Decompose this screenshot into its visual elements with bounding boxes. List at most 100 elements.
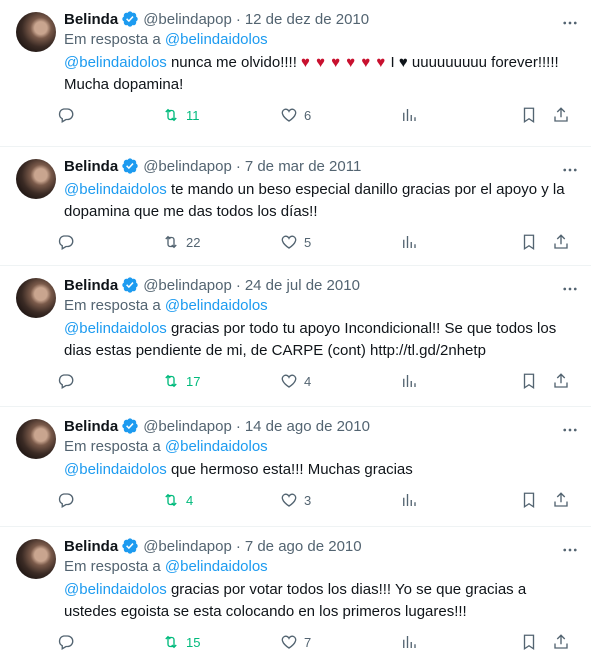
like-button[interactable]: 4 [280,372,400,390]
author-name[interactable]: Belinda [64,418,118,435]
tweet-date[interactable]: 24 de jul de 2010 [245,277,360,294]
like-button[interactable]: 7 [280,633,400,651]
author-name[interactable]: Belinda [64,277,118,294]
bookmark-button[interactable] [520,633,552,651]
author-name[interactable]: Belinda [64,11,118,28]
tweet-date[interactable]: 12 de dez de 2010 [245,11,369,28]
author-handle[interactable]: @belindapop [143,277,232,294]
tweet[interactable]: Belinda @belindapop · 7 de mar de 2011 @… [0,147,591,266]
mention-link[interactable]: @belindaidolos [64,181,167,198]
author-handle[interactable]: @belindapop [143,158,232,175]
like-icon [281,493,297,507]
reply-prefix: Em resposta a [64,297,161,314]
reply-button[interactable] [57,233,162,251]
tweet[interactable]: Belinda @belindapop · 12 de dez de 2010 … [0,0,591,147]
reply-button[interactable] [57,633,162,651]
like-icon [281,635,297,649]
like-button[interactable]: 5 [280,233,400,251]
reply-context: Em resposta a @belindaidolos [64,437,575,457]
views-button[interactable] [400,106,520,124]
like-button[interactable]: 3 [280,491,400,509]
tweet[interactable]: Belinda @belindapop · 14 de ago de 2010 … [0,407,591,527]
like-count: 6 [304,107,312,123]
reply-button[interactable] [57,106,162,124]
more-icon[interactable] [561,161,579,179]
tweet-text: @belindaidolos gracias por todo tu apoyo… [64,318,575,362]
reply-handle-link[interactable]: @belindaidolos [165,438,268,455]
views-button[interactable] [400,372,520,390]
share-button[interactable] [552,372,570,390]
retweet-button[interactable]: 4 [162,491,280,509]
mention-link[interactable]: @belindaidolos [64,461,167,478]
author-name[interactable]: Belinda [64,538,118,555]
mention-link[interactable]: @belindaidolos [64,54,167,71]
more-icon[interactable] [561,541,579,559]
share-button[interactable] [552,491,570,509]
bookmark-button[interactable] [520,372,552,390]
views-icon [403,236,416,248]
bookmark-icon [523,492,535,509]
tweet-text: @belindaidolos gracias por votar todos l… [64,579,575,623]
reply-icon [58,235,74,250]
avatar[interactable] [16,278,56,318]
avatar[interactable] [16,539,56,579]
mention-link[interactable]: @belindaidolos [64,581,167,598]
bookmark-button[interactable] [520,233,552,251]
avatar[interactable] [16,159,56,199]
bookmark-button[interactable] [520,491,552,509]
reply-context: Em resposta a @belindaidolos [64,557,575,577]
share-icon [554,492,568,507]
bookmark-icon [523,234,535,251]
tweet[interactable]: Belinda @belindapop · 24 de jul de 2010 … [0,266,591,407]
reply-context: Em resposta a @belindaidolos [64,296,575,316]
author-handle[interactable]: @belindapop [143,538,232,555]
verified-badge-icon [122,11,138,27]
mention-link[interactable]: @belindaidolos [64,320,167,337]
share-button[interactable] [552,233,570,251]
tweet-header: Belinda @belindapop · 7 de ago de 2010 [64,535,575,557]
retweet-button[interactable]: 15 [162,633,280,651]
tweet-content: Belinda @belindapop · 24 de jul de 2010 … [58,274,575,406]
author-name[interactable]: Belinda [64,158,118,175]
avatar[interactable] [16,419,56,459]
author-handle[interactable]: @belindapop [143,11,232,28]
retweet-count: 11 [186,107,200,123]
author-handle[interactable]: @belindapop [143,418,232,435]
reply-button[interactable] [57,372,162,390]
separator: · [235,10,241,28]
reply-context: Em resposta a @belindaidolos [64,30,575,50]
reply-icon [58,635,74,650]
more-icon[interactable] [561,421,579,439]
share-icon [554,634,568,649]
like-count: 5 [304,234,312,250]
tweet-date[interactable]: 7 de ago de 2010 [245,538,362,555]
action-bar: 15 7 [58,625,575,663]
tweet[interactable]: Belinda @belindapop · 7 de ago de 2010 E… [0,527,591,667]
retweet-icon [165,108,177,122]
reply-handle-link[interactable]: @belindaidolos [165,31,268,48]
like-icon [281,108,297,122]
retweet-button[interactable]: 22 [162,233,280,251]
action-bar: 4 3 [58,483,575,521]
more-icon[interactable] [561,280,579,298]
views-icon [403,636,416,648]
reply-handle-link[interactable]: @belindaidolos [165,297,268,314]
views-button[interactable] [400,491,520,509]
tweet-date[interactable]: 7 de mar de 2011 [245,158,361,175]
action-bar: 22 5 [58,225,575,263]
bookmark-button[interactable] [520,106,552,124]
reply-handle-link[interactable]: @belindaidolos [165,558,268,575]
tweet-date[interactable]: 14 de ago de 2010 [245,418,370,435]
share-button[interactable] [552,106,570,124]
views-button[interactable] [400,633,520,651]
reply-button[interactable] [57,491,162,509]
share-button[interactable] [552,633,570,651]
like-button[interactable]: 6 [280,106,400,124]
retweet-button[interactable]: 17 [162,372,280,390]
retweet-button[interactable]: 11 [162,106,280,124]
views-button[interactable] [400,233,520,251]
views-icon [403,375,416,387]
more-icon[interactable] [561,14,579,32]
avatar[interactable] [16,12,56,52]
bookmark-icon [523,107,535,124]
